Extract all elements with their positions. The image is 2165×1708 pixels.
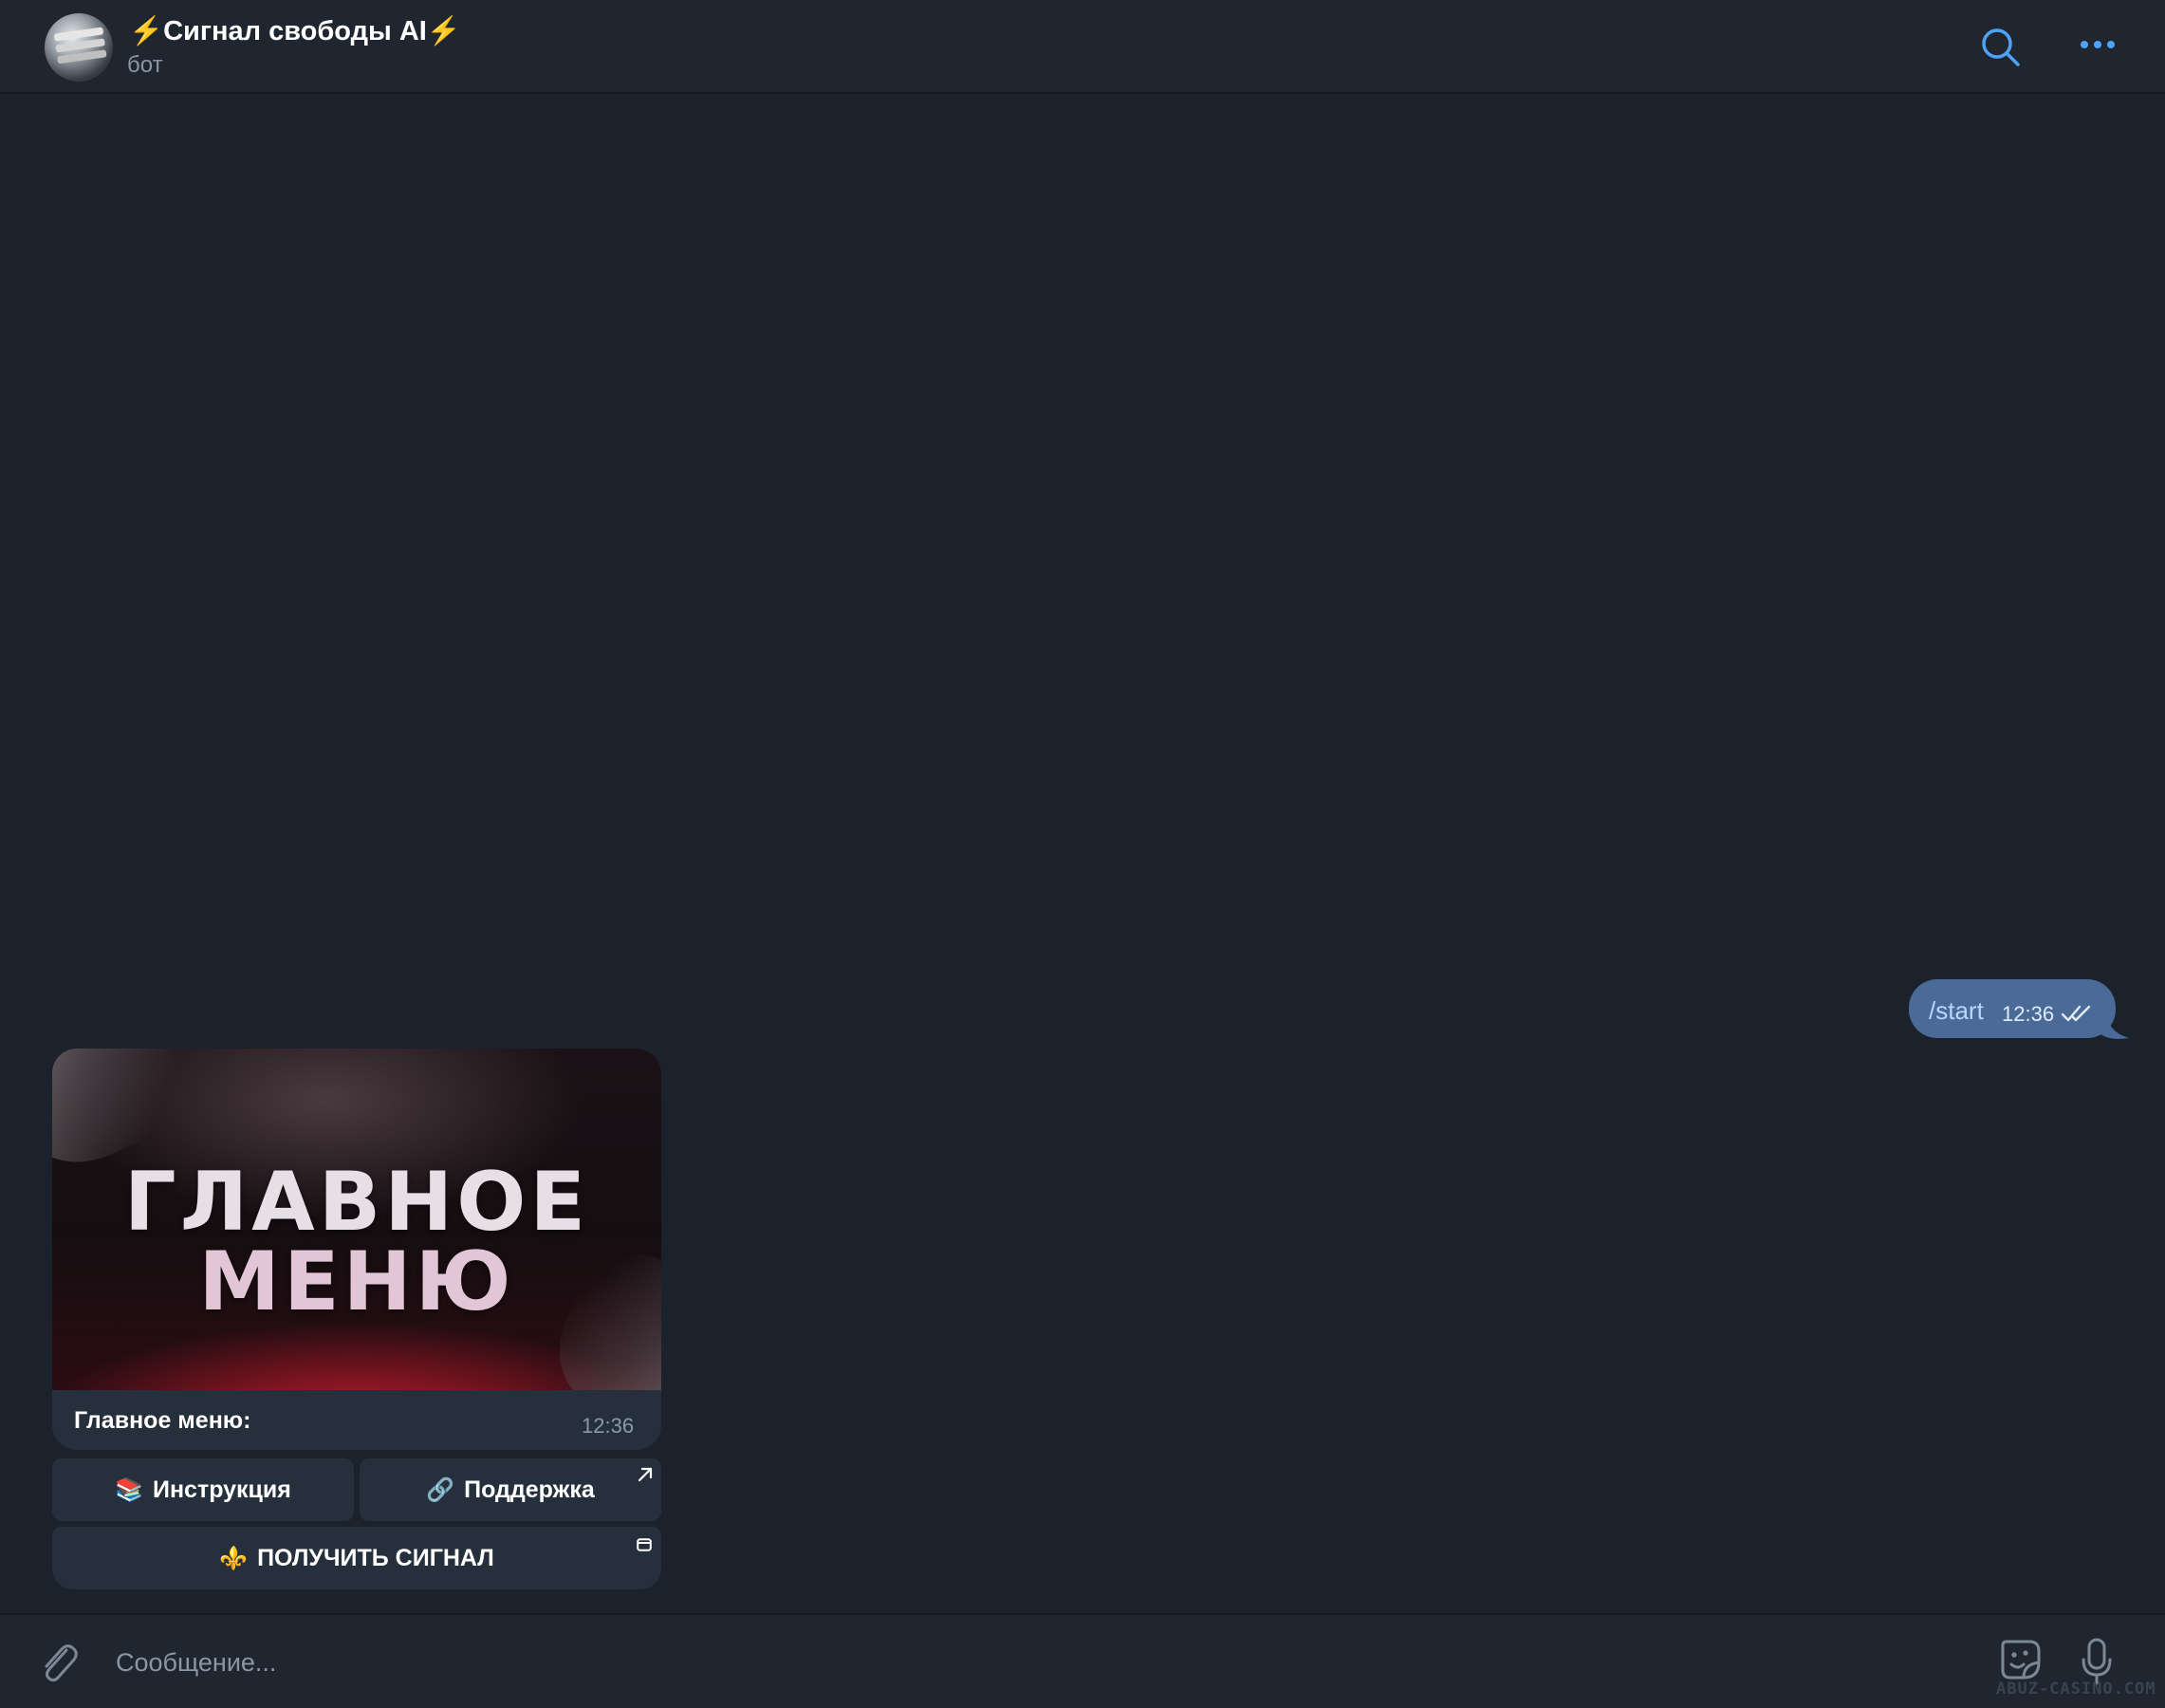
support-label: Поддержка <box>464 1476 595 1503</box>
bot-avatar[interactable] <box>45 13 113 82</box>
paperclip-icon[interactable] <box>38 1639 80 1684</box>
chat-title[interactable]: ⚡️Сигнал свободы AI⚡️ <box>129 15 461 47</box>
outgoing-message-time: 12:36 <box>2002 1002 2055 1026</box>
chat-subtitle: бот <box>127 52 163 78</box>
external-link-arrow-icon <box>638 1467 653 1482</box>
banner-title-line2: МЕНЮ <box>198 1235 515 1329</box>
get-signal-button[interactable]: ⚜️ ПОЛУЧИТЬ СИГНАЛ <box>52 1527 661 1589</box>
incoming-message[interactable]: ГЛАВНОЕ МЕНЮ Главное меню: 12:36 <box>52 1049 661 1450</box>
more-icon[interactable] <box>2080 38 2116 51</box>
double-check-icon <box>2061 1005 2091 1022</box>
instruction-button[interactable]: 📚 Инструкция <box>52 1458 354 1521</box>
instruction-label: Инструкция <box>152 1476 291 1503</box>
web-app-icon <box>637 1538 652 1551</box>
link-icon: 🔗 <box>426 1476 455 1503</box>
sticker-icon[interactable] <box>1997 1636 2045 1683</box>
message-input[interactable] <box>116 1643 1918 1681</box>
incoming-message-time: 12:36 <box>582 1414 635 1438</box>
bubble-tail <box>2095 1010 2129 1039</box>
outgoing-message-text[interactable]: /start <box>1929 996 1984 1026</box>
books-icon: 📚 <box>115 1476 143 1503</box>
watermark: ABUZ-CASINO.COM <box>1996 1680 2156 1699</box>
message-caption: Главное меню: <box>74 1407 251 1434</box>
search-icon[interactable] <box>1981 28 2021 67</box>
fleur-de-lis-icon: ⚜️ <box>219 1545 249 1571</box>
menu-banner-image[interactable]: ГЛАВНОЕ МЕНЮ <box>52 1049 661 1390</box>
get-signal-label: ПОЛУЧИТЬ СИГНАЛ <box>257 1544 494 1571</box>
support-button[interactable]: 🔗 Поддержка <box>360 1458 661 1521</box>
